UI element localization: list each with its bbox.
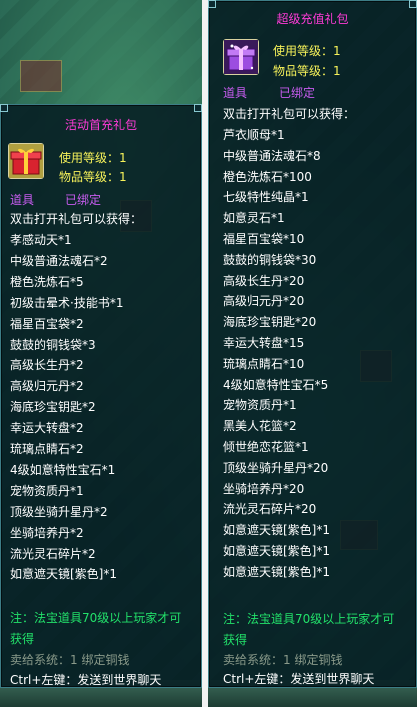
sell-to-system: 卖给系统：1 绑定铜钱: [10, 653, 130, 667]
reward-item: 高级归元丹*2: [10, 379, 84, 394]
reward-item: 顶级坐骑升星丹*2: [10, 504, 108, 519]
use-level: 使用等级：1: [273, 44, 341, 58]
reward-item: 橙色洗炼石*100: [223, 169, 312, 184]
sell-to-system: 卖给系统：1 绑定铜钱: [223, 653, 343, 667]
purple-gift-box-icon: [223, 39, 259, 75]
reward-item: 初级击晕术·技能书*1: [10, 295, 124, 310]
ctrl-click-hint: Ctrl+左键：发送到世界聊天: [10, 673, 162, 687]
reward-item: 宠物资质丹*1: [10, 483, 84, 498]
reward-item: 高级长生丹*20: [223, 273, 305, 288]
use-level: 使用等级：1: [59, 151, 127, 165]
reward-item: 黑美人花篮*2: [223, 419, 297, 434]
open-gift-intro: 双击打开礼包可以获得：: [223, 107, 356, 121]
item-type-tag: 道具: [10, 193, 35, 207]
reward-item: 鼓鼓的铜钱袋*30: [223, 252, 317, 267]
reward-item: 幸运大转盘*2: [10, 421, 84, 436]
tooltip-title: 活动首充礼包: [64, 118, 137, 132]
reward-item: 福星百宝袋*10: [223, 232, 305, 246]
reward-item: 琉璃点睛石*10: [223, 356, 305, 371]
reward-item: 如意遮天镜[紫色]*1: [223, 523, 330, 538]
reward-item: 如意遮天镜[紫色]*1: [10, 567, 117, 582]
level-requirement-note-cont: 获得: [223, 633, 248, 647]
open-gift-intro: 双击打开礼包可以获得：: [10, 212, 143, 226]
panel-corner: [0, 104, 8, 112]
reward-item: 坐骑培养丹*20: [223, 481, 305, 496]
level-requirement-note-cont: 获得: [10, 632, 35, 646]
red-gift-box-icon: [8, 143, 44, 179]
scene-decoration: [20, 60, 62, 92]
reward-item: 4级如意特性宝石*1: [10, 462, 116, 477]
reward-item: 流光灵石碎片*2: [10, 546, 96, 561]
reward-item: 宠物资质丹*1: [223, 398, 297, 413]
reward-item: 中级普通法魂石*2: [10, 253, 108, 268]
reward-item: 如意灵石*1: [223, 211, 285, 226]
ctrl-click-hint: Ctrl+左键：发送到世界聊天: [223, 672, 375, 686]
level-requirement-note: 注：法宝道具70级以上玩家才可: [223, 612, 395, 626]
reward-item: 坐骑培养丹*2: [10, 525, 84, 540]
reward-item: 海底珍宝钥匙*2: [10, 400, 96, 415]
reward-item: 高级归元丹*20: [223, 294, 305, 309]
reward-item: 橙色洗炼石*5: [10, 274, 84, 289]
reward-item: 高级长生丹*2: [10, 358, 84, 373]
reward-item: 福星百宝袋*2: [10, 316, 84, 331]
level-requirement-note: 注：法宝道具70级以上玩家才可: [10, 611, 182, 625]
reward-item: 芦衣顺母*1: [223, 128, 285, 142]
reward-item: 鼓鼓的铜钱袋*3: [10, 337, 96, 352]
reward-item: 如意遮天镜[紫色]*1: [223, 564, 330, 579]
reward-item: 顶级坐骑升星丹*20: [223, 460, 329, 475]
reward-item: 孝感动天*1: [10, 233, 72, 247]
panel-corner: [409, 0, 417, 8]
reward-item: 如意遮天镜[紫色]*1: [223, 544, 330, 558]
reward-item: 倾世绝恋花篮*1: [223, 440, 309, 454]
item-level: 物品等级：1: [273, 64, 341, 78]
reward-item: 流光灵石碎片*20: [223, 502, 317, 517]
tooltip-title: 超级充值礼包: [276, 12, 349, 26]
reward-item: 琉璃点睛石*2: [10, 442, 84, 456]
reward-item: 海底珍宝钥匙*20: [223, 315, 317, 330]
bound-tag: 已绑定: [279, 86, 316, 100]
item-type-tag: 道具: [223, 86, 248, 100]
panel-corner: [194, 104, 202, 112]
item-level: 物品等级：1: [59, 170, 127, 184]
left-item-tooltip: 活动首充礼包 使用等级：1 物品等级：1 道具 已绑定 双击打开礼包可以获得： …: [0, 104, 202, 688]
bound-tag: 已绑定: [65, 193, 102, 207]
reward-item: 4级如意特性宝石*5: [223, 377, 329, 392]
reward-item: 幸运大转盘*15: [223, 336, 305, 350]
reward-item: 七级特性纯晶*1: [223, 190, 309, 205]
right-item-tooltip: 超级充值礼包 使用等级：1 物品等级：1 道具 已绑定 双击打开礼包可以获得： …: [208, 0, 417, 688]
panel-corner: [208, 0, 216, 8]
reward-item: 中级普通法魂石*8: [223, 148, 321, 163]
